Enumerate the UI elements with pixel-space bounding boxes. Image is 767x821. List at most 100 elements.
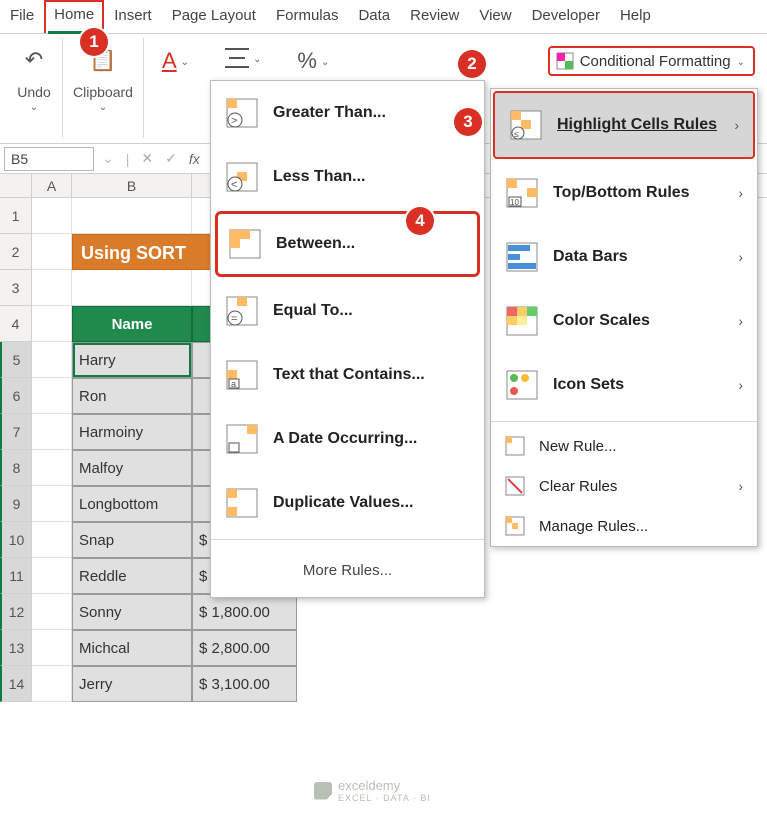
- cell[interactable]: [32, 306, 72, 342]
- cell[interactable]: Snap: [72, 522, 192, 558]
- cell[interactable]: Reddle: [72, 558, 192, 594]
- chevron-right-icon: ›: [734, 117, 739, 133]
- cell[interactable]: [32, 378, 72, 414]
- row-header[interactable]: 1: [0, 198, 32, 234]
- tab-formulas[interactable]: Formulas: [266, 0, 349, 33]
- cell[interactable]: [32, 270, 72, 306]
- cell[interactable]: Sonny: [72, 594, 192, 630]
- watermark-tag: EXCEL · DATA · BI: [338, 793, 431, 803]
- menu-less-than[interactable]: < Less Than...: [211, 145, 484, 209]
- cell[interactable]: [72, 270, 192, 306]
- cell[interactable]: $ 3,100.00: [192, 666, 297, 702]
- menu-greater-than[interactable]: > Greater Than...: [211, 81, 484, 145]
- cell[interactable]: [32, 630, 72, 666]
- name-box-input[interactable]: [4, 147, 94, 171]
- svg-text:10: 10: [510, 198, 519, 207]
- undo-icon[interactable]: ↶: [16, 42, 52, 78]
- row-header[interactable]: 5: [0, 342, 32, 378]
- select-all-corner[interactable]: [0, 174, 32, 197]
- menu-more-rules[interactable]: More Rules...: [211, 544, 484, 597]
- svg-text:>: >: [231, 115, 237, 127]
- row-header[interactable]: 12: [0, 594, 32, 630]
- header-name-cell[interactable]: Name: [72, 306, 192, 342]
- cf-caret-icon: ⌄: [737, 57, 745, 68]
- menu-date-occurring[interactable]: A Date Occurring...: [211, 407, 484, 471]
- cell[interactable]: [32, 342, 72, 378]
- chevron-right-icon: ›: [738, 249, 743, 265]
- row-header[interactable]: 4: [0, 306, 32, 342]
- cell[interactable]: [72, 198, 192, 234]
- menu-label: Text that Contains...: [273, 366, 470, 384]
- row-header[interactable]: 8: [0, 450, 32, 486]
- formula-accept-icon[interactable]: ✓: [161, 150, 181, 167]
- font-color-icon[interactable]: A: [162, 48, 177, 74]
- menu-between[interactable]: Between...: [215, 211, 480, 277]
- callout-1: 1: [80, 28, 108, 56]
- tab-view[interactable]: View: [469, 0, 521, 33]
- percent-icon[interactable]: %: [297, 48, 317, 74]
- tab-page-layout[interactable]: Page Layout: [162, 0, 266, 33]
- row-header[interactable]: 13: [0, 630, 32, 666]
- font-caret-icon[interactable]: ⌄: [181, 57, 189, 68]
- cell[interactable]: [32, 594, 72, 630]
- row-header[interactable]: 9: [0, 486, 32, 522]
- cell[interactable]: Longbottom: [72, 486, 192, 522]
- conditional-formatting-button[interactable]: Conditional Formatting ⌄: [548, 46, 755, 76]
- cell[interactable]: [32, 414, 72, 450]
- tab-help[interactable]: Help: [610, 0, 661, 33]
- cell[interactable]: [32, 234, 72, 270]
- menu-highlight-cells-rules[interactable]: ≤ Highlight Cells Rules ›: [493, 91, 755, 159]
- col-header-B[interactable]: B: [72, 174, 192, 197]
- cell[interactable]: $ 1,800.00: [192, 594, 297, 630]
- row-header[interactable]: 6: [0, 378, 32, 414]
- undo-caret-icon[interactable]: ⌄: [30, 102, 38, 113]
- menu-manage-rules[interactable]: Manage Rules...: [491, 506, 757, 546]
- clipboard-label: Clipboard: [73, 84, 133, 100]
- row-header[interactable]: 2: [0, 234, 32, 270]
- align-caret-icon[interactable]: ⌄: [253, 54, 261, 65]
- cell[interactable]: [32, 450, 72, 486]
- menu-data-bars[interactable]: Data Bars ›: [491, 225, 757, 289]
- cell[interactable]: Michcal: [72, 630, 192, 666]
- menu-label: A Date Occurring...: [273, 430, 470, 448]
- row-header[interactable]: 14: [0, 666, 32, 702]
- tab-review[interactable]: Review: [400, 0, 469, 33]
- tab-file[interactable]: File: [0, 0, 44, 33]
- menu-clear-rules[interactable]: Clear Rules ›: [491, 466, 757, 506]
- menu-duplicate-values[interactable]: Duplicate Values...: [211, 471, 484, 535]
- menu-text-contains[interactable]: a Text that Contains...: [211, 343, 484, 407]
- name-box-caret-icon[interactable]: ⌄: [98, 150, 118, 167]
- menu-top-bottom-rules[interactable]: 10 Top/Bottom Rules ›: [491, 161, 757, 225]
- col-header-A[interactable]: A: [32, 174, 72, 197]
- cell[interactable]: $ 2,800.00: [192, 630, 297, 666]
- row-header[interactable]: 3: [0, 270, 32, 306]
- cell[interactable]: Malfoy: [72, 450, 192, 486]
- row-header[interactable]: 7: [0, 414, 32, 450]
- cell[interactable]: [32, 558, 72, 594]
- cell[interactable]: Harmoiny: [72, 414, 192, 450]
- formula-cancel-icon[interactable]: ✕: [137, 150, 157, 167]
- menu-new-rule[interactable]: New Rule...: [491, 426, 757, 466]
- cell[interactable]: [32, 486, 72, 522]
- row-header[interactable]: 10: [0, 522, 32, 558]
- number-caret-icon[interactable]: ⌄: [321, 57, 329, 68]
- row-header[interactable]: 11: [0, 558, 32, 594]
- cell[interactable]: Ron: [72, 378, 192, 414]
- menu-separator: [211, 539, 484, 540]
- cell[interactable]: Jerry: [72, 666, 192, 702]
- fx-icon[interactable]: fx: [185, 151, 204, 167]
- formula-sep: |: [122, 151, 134, 167]
- clipboard-caret-icon[interactable]: ⌄: [99, 102, 107, 113]
- tab-insert[interactable]: Insert: [104, 0, 162, 33]
- cell[interactable]: [32, 198, 72, 234]
- alignment-icon[interactable]: [225, 48, 249, 68]
- tab-developer[interactable]: Developer: [522, 0, 610, 33]
- menu-equal-to[interactable]: = Equal To...: [211, 279, 484, 343]
- menu-color-scales[interactable]: Color Scales ›: [491, 289, 757, 353]
- menu-icon-sets[interactable]: Icon Sets ›: [491, 353, 757, 417]
- tab-data[interactable]: Data: [348, 0, 400, 33]
- cell[interactable]: Harry: [72, 342, 192, 378]
- cell[interactable]: [32, 666, 72, 702]
- svg-text:≤: ≤: [514, 129, 519, 139]
- cell[interactable]: [32, 522, 72, 558]
